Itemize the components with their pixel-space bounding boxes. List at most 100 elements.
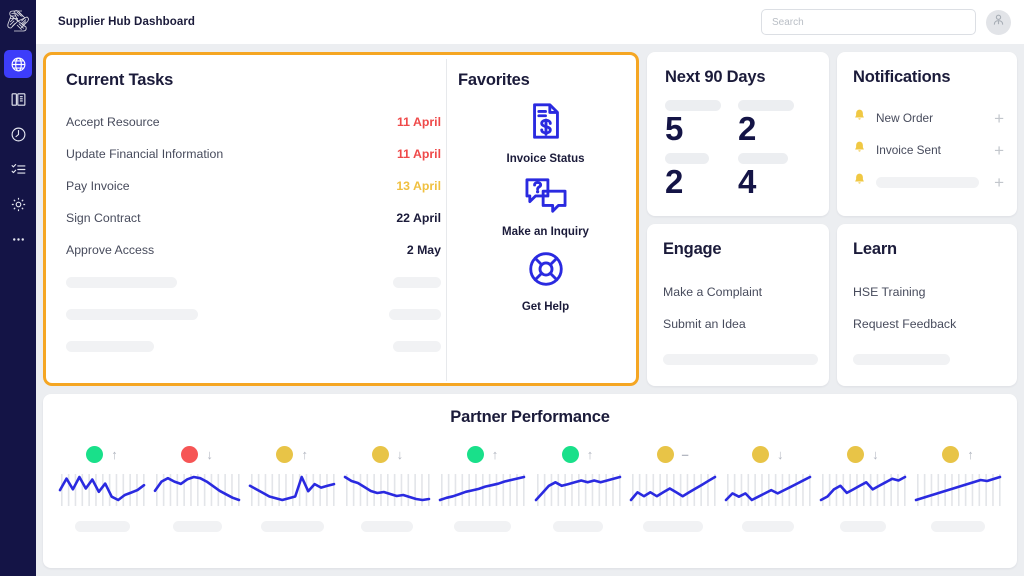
partner-performance-item[interactable]: ↓ bbox=[818, 442, 908, 532]
skeleton-bar bbox=[742, 521, 794, 532]
stat-cell: 2 bbox=[665, 153, 738, 200]
stat-value: 4 bbox=[738, 164, 811, 200]
question-chat-icon bbox=[523, 175, 569, 220]
sparkline-chart bbox=[534, 472, 622, 508]
learn-link[interactable]: Request Feedback bbox=[853, 308, 1001, 340]
task-row[interactable]: Pay Invoice 13 April bbox=[66, 170, 441, 202]
partner-status-header: ↑ bbox=[942, 442, 974, 466]
partner-performance-item[interactable]: ↓ bbox=[152, 442, 242, 532]
skeleton-bar bbox=[66, 341, 154, 352]
favorite-make-an-inquiry[interactable]: Make an Inquiry bbox=[458, 175, 633, 238]
current-tasks-list: Accept Resource 11 April Update Financia… bbox=[66, 106, 441, 362]
partner-performance-item[interactable]: ↑ bbox=[437, 442, 527, 532]
skeleton-bar bbox=[389, 309, 441, 320]
learn-link[interactable]: HSE Training bbox=[853, 276, 1001, 308]
partner-performance-item[interactable]: ↓ bbox=[342, 442, 432, 532]
engage-title: Engage bbox=[663, 240, 721, 259]
plus-icon[interactable]: + bbox=[994, 110, 1004, 127]
sparkline-chart bbox=[724, 472, 812, 508]
bell-icon bbox=[852, 108, 867, 128]
favorite-label: Get Help bbox=[522, 301, 569, 313]
notification-label: Invoice Sent bbox=[876, 143, 985, 157]
partner-performance-card: Partner Performance ↑↓↑↓↑↑–↓↓↑ bbox=[43, 394, 1017, 568]
partner-status-header: – bbox=[657, 442, 689, 466]
partner-performance-title: Partner Performance bbox=[43, 394, 1017, 427]
stat-cell: 2 bbox=[738, 100, 811, 147]
sidebar-item-globe[interactable] bbox=[4, 50, 32, 78]
status-dot-yellow bbox=[276, 446, 293, 463]
current-tasks-title: Current Tasks bbox=[66, 71, 441, 90]
notification-label: New Order bbox=[876, 111, 985, 125]
notification-row-skeleton[interactable]: + bbox=[852, 166, 1004, 198]
engage-card: Engage Make a Complaint Submit an Idea bbox=[647, 224, 829, 386]
status-dot-green bbox=[467, 446, 484, 463]
status-dot-red bbox=[181, 446, 198, 463]
avatar[interactable] bbox=[986, 10, 1011, 35]
sidebar-item-more[interactable] bbox=[4, 225, 32, 253]
partner-performance-item[interactable]: – bbox=[628, 442, 718, 532]
sidebar-item-library[interactable] bbox=[4, 85, 32, 113]
engage-link[interactable]: Submit an Idea bbox=[663, 308, 813, 340]
task-due-date: 11 April bbox=[397, 115, 441, 129]
task-label: Pay Invoice bbox=[66, 179, 130, 193]
skeleton-bar bbox=[393, 277, 441, 288]
sidebar-item-settings[interactable] bbox=[4, 190, 32, 218]
learn-card: Learn HSE Training Request Feedback bbox=[837, 224, 1017, 386]
task-row[interactable]: Sign Contract 22 April bbox=[66, 202, 441, 234]
notifications-list: New Order + Invoice Sent + bbox=[852, 102, 1004, 198]
sparkline-chart bbox=[914, 472, 1002, 508]
page-title: Supplier Hub Dashboard bbox=[58, 16, 195, 28]
notification-row[interactable]: New Order + bbox=[852, 102, 1004, 134]
partner-performance-item[interactable]: ↓ bbox=[723, 442, 813, 532]
sparkline-chart bbox=[153, 472, 241, 508]
sparkline-chart bbox=[629, 472, 717, 508]
life-ring-icon bbox=[525, 248, 567, 295]
task-label: Sign Contract bbox=[66, 211, 141, 225]
notification-row[interactable]: Invoice Sent + bbox=[852, 134, 1004, 166]
ellipsis-icon bbox=[10, 231, 27, 248]
sparkline-chart bbox=[343, 472, 431, 508]
status-dot-yellow bbox=[752, 446, 769, 463]
partner-performance-item[interactable]: ↑ bbox=[57, 442, 147, 532]
partner-performance-item[interactable]: ↑ bbox=[247, 442, 337, 532]
engage-link[interactable]: Make a Complaint bbox=[663, 276, 813, 308]
notifications-title: Notifications bbox=[853, 68, 950, 87]
globe-icon bbox=[10, 56, 27, 73]
partner-status-header: ↓ bbox=[372, 442, 404, 466]
sidebar-item-gauge[interactable] bbox=[4, 120, 32, 148]
current-tasks-card: Current Tasks Accept Resource 11 April U… bbox=[66, 71, 441, 362]
favorite-invoice-status[interactable]: Invoice Status bbox=[458, 100, 633, 165]
pinwheel-logo[interactable] bbox=[0, 0, 36, 42]
task-row[interactable]: Accept Resource 11 April bbox=[66, 106, 441, 138]
plus-icon[interactable]: + bbox=[994, 142, 1004, 159]
task-row[interactable]: Approve Access 2 May bbox=[66, 234, 441, 266]
library-book-icon bbox=[10, 91, 27, 108]
sidebar-item-checklist[interactable] bbox=[4, 155, 32, 183]
skeleton-bar bbox=[553, 521, 603, 532]
task-row[interactable]: Update Financial Information 11 April bbox=[66, 138, 441, 170]
trend-down-icon: ↓ bbox=[206, 448, 213, 461]
favorite-label: Make an Inquiry bbox=[502, 226, 589, 238]
partner-performance-item[interactable]: ↑ bbox=[533, 442, 623, 532]
search-input[interactable] bbox=[761, 9, 976, 35]
skeleton-bar bbox=[931, 521, 985, 532]
stat-cell: 4 bbox=[738, 153, 811, 200]
status-dot-yellow bbox=[847, 446, 864, 463]
trend-flat-icon: – bbox=[682, 448, 689, 461]
favorite-get-help[interactable]: Get Help bbox=[458, 248, 633, 313]
partner-status-header: ↑ bbox=[467, 442, 499, 466]
partner-performance-item[interactable]: ↑ bbox=[913, 442, 1003, 532]
task-label: Approve Access bbox=[66, 243, 154, 257]
skeleton-bar bbox=[665, 153, 709, 164]
sparkline-chart bbox=[438, 472, 526, 508]
next-90-days-stats: 5 2 2 4 bbox=[665, 100, 811, 199]
user-avatar-icon bbox=[991, 12, 1006, 32]
skeleton-bar bbox=[643, 521, 703, 532]
plus-icon[interactable]: + bbox=[994, 174, 1004, 191]
skeleton-bar bbox=[261, 521, 324, 532]
skeleton-bar bbox=[853, 354, 950, 365]
task-due-date: 13 April bbox=[396, 179, 441, 193]
favorite-label: Invoice Status bbox=[507, 153, 585, 165]
topbar: Supplier Hub Dashboard bbox=[36, 0, 1024, 44]
task-row-skeleton bbox=[66, 330, 441, 362]
